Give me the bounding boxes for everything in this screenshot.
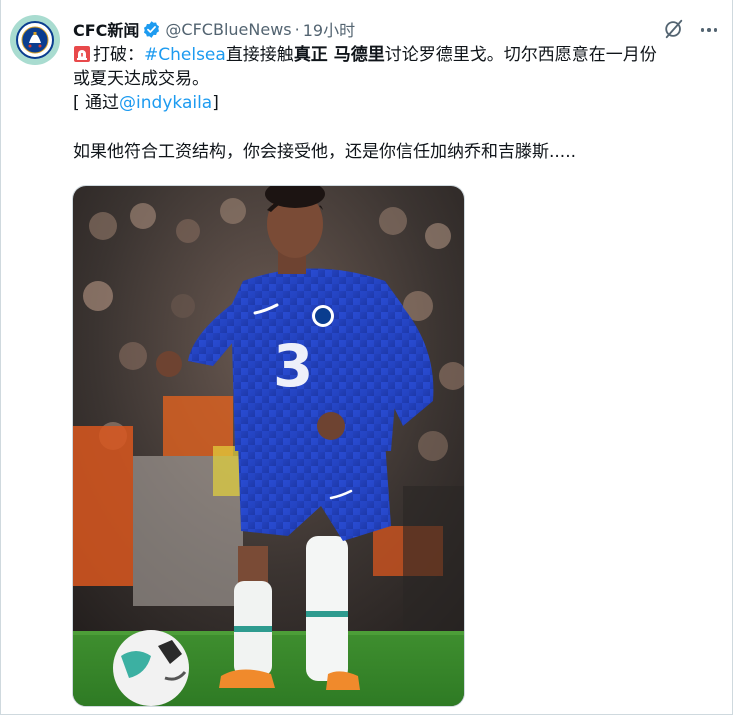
text-real-madrid: 真正 马德里 — [293, 45, 385, 65]
text-direct-contact: 直接接触 — [225, 45, 294, 65]
text-line-3: [ 通过@indykaila] — [73, 91, 723, 115]
svg-text:3: 3 — [273, 332, 313, 400]
chelsea-crest-icon — [16, 21, 54, 59]
text-line-2: 或夏天达成交易。 — [73, 69, 209, 89]
text-line-1: 打破：#Chelsea直接接触真正 马德里讨论罗德里戈。切尔西愿意在一月份 — [73, 43, 723, 67]
more-options-icon[interactable] — [698, 19, 720, 41]
display-name[interactable]: CFC新闻 — [73, 17, 139, 41]
via-close: ] — [212, 93, 219, 113]
text-line-question: 如果他符合工资结构，你会接受他，还是你信任加纳乔和吉滕斯..... — [73, 142, 577, 162]
tweet-card[interactable]: CFC新闻 @CFCBlueNews · 19小时 打破：#Chelsea直接接… — [0, 0, 733, 715]
tweet-text: 打破：#Chelsea直接接触真正 马德里讨论罗德里戈。切尔西愿意在一月份 或夏… — [73, 43, 723, 164]
verified-badge-icon[interactable] — [142, 20, 161, 39]
timestamp[interactable]: 19小时 — [303, 17, 355, 41]
grok-icon[interactable] — [663, 18, 685, 40]
tweet-header: CFC新闻 @CFCBlueNews · 19小时 — [73, 17, 355, 41]
siren-emoji-icon — [74, 46, 90, 62]
avatar[interactable] — [10, 15, 60, 65]
text-breaking: 打破： — [93, 45, 144, 65]
tweet-photo[interactable]: 3 — [72, 185, 465, 707]
via-open: [ 通过 — [73, 93, 120, 113]
mention-link[interactable]: @indykaila — [119, 93, 212, 113]
player-photo-illustration: 3 — [73, 186, 464, 706]
text-discuss: 讨论罗德里戈。切尔西愿意在一月份 — [384, 45, 657, 65]
hashtag-link[interactable]: #Chelsea — [144, 45, 226, 65]
separator: · — [294, 19, 300, 39]
author-handle[interactable]: @CFCBlueNews — [165, 20, 291, 39]
